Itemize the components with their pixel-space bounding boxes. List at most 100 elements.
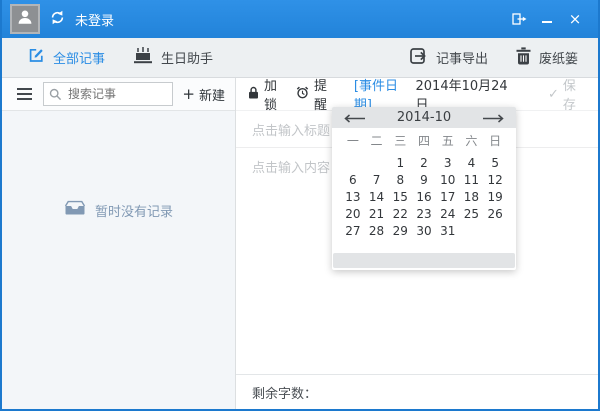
alarm-icon bbox=[296, 86, 309, 103]
export-notes-button[interactable]: 记事导出 bbox=[410, 47, 488, 69]
calendar-day[interactable]: 16 bbox=[412, 189, 436, 206]
calendar-day[interactable]: 3 bbox=[436, 155, 460, 172]
calendar-weekday-row: 一二三四五六日 bbox=[332, 128, 516, 150]
calendar-day[interactable]: 25 bbox=[460, 206, 484, 223]
calendar-day[interactable]: 15 bbox=[388, 189, 412, 206]
calendar-weekday: 日 bbox=[483, 133, 507, 150]
calendar-day[interactable]: 14 bbox=[365, 189, 389, 206]
birthday-helper-label: 生日助手 bbox=[161, 48, 213, 67]
content-placeholder: 点击输入内容 bbox=[252, 161, 330, 176]
export-notes-label: 记事导出 bbox=[436, 48, 488, 67]
avatar[interactable] bbox=[10, 4, 40, 34]
calendar-day[interactable]: 9 bbox=[412, 172, 436, 189]
window-controls: × bbox=[510, 11, 590, 27]
all-notes-label: 全部记事 bbox=[53, 48, 105, 67]
sync-button[interactable] bbox=[49, 10, 67, 28]
calendar-day[interactable]: 31 bbox=[436, 223, 460, 240]
calendar-day[interactable]: 23 bbox=[412, 206, 436, 223]
calendar-day[interactable]: 11 bbox=[460, 172, 484, 189]
date-picker-popup: 2014-10 一二三四五六日 123456789101112131415161… bbox=[332, 107, 516, 270]
sync-icon bbox=[49, 9, 66, 30]
toolbar-right-group: 记事导出 废纸篓 bbox=[410, 47, 578, 69]
cake-icon bbox=[133, 47, 153, 68]
calendar-day[interactable]: 2 bbox=[412, 155, 436, 172]
calendar-day[interactable]: 1 bbox=[388, 155, 412, 172]
long-arrow-right-icon bbox=[482, 108, 505, 127]
calendar-weekday: 四 bbox=[412, 133, 436, 150]
calendar-day-empty bbox=[341, 155, 365, 172]
calendar-footer-bar bbox=[333, 253, 515, 268]
inbox-icon bbox=[64, 200, 86, 220]
calendar-day-empty bbox=[365, 155, 389, 172]
calendar-day[interactable]: 8 bbox=[388, 172, 412, 189]
calendar-day[interactable]: 22 bbox=[388, 206, 412, 223]
calendar-day[interactable]: 4 bbox=[460, 155, 484, 172]
trash-label: 废纸篓 bbox=[539, 48, 578, 67]
new-note-button[interactable]: + 新建 bbox=[182, 85, 225, 104]
minimize-icon bbox=[542, 21, 552, 23]
calendar-weekday: 五 bbox=[436, 133, 460, 150]
save-label: 保存 bbox=[563, 75, 586, 113]
calendar-grid: 1234567891011121314151617181920212223242… bbox=[332, 150, 516, 240]
save-button[interactable]: ✓ 保存 bbox=[548, 75, 586, 113]
compose-icon bbox=[28, 47, 45, 68]
close-button[interactable]: × bbox=[566, 11, 584, 27]
long-arrow-left-icon bbox=[343, 108, 366, 127]
birthday-helper-button[interactable]: 生日助手 bbox=[133, 47, 213, 68]
prev-month-button[interactable] bbox=[343, 108, 366, 127]
calendar-day-empty bbox=[483, 223, 507, 240]
calendar-day[interactable]: 20 bbox=[341, 206, 365, 223]
calendar-day[interactable]: 24 bbox=[436, 206, 460, 223]
note-list: 暂时没有记录 bbox=[2, 111, 235, 409]
toolbar: 全部记事 生日助手 bbox=[2, 38, 598, 78]
calendar-day[interactable]: 27 bbox=[341, 223, 365, 240]
trash-button[interactable]: 废纸篓 bbox=[516, 47, 578, 69]
close-icon: × bbox=[569, 12, 582, 27]
export-icon bbox=[410, 47, 428, 69]
user-icon bbox=[16, 8, 34, 30]
remaining-chars-label: 剩余字数： bbox=[252, 383, 317, 402]
lock-icon bbox=[248, 86, 259, 103]
calendar-weekday: 三 bbox=[388, 133, 412, 150]
calendar-weekday: 二 bbox=[365, 133, 389, 150]
title-placeholder: 点击输入标题 bbox=[252, 120, 330, 139]
calendar-day[interactable]: 5 bbox=[483, 155, 507, 172]
calendar-day[interactable]: 6 bbox=[341, 172, 365, 189]
empty-state: 暂时没有记录 bbox=[2, 200, 235, 220]
calendar-day-empty bbox=[460, 223, 484, 240]
next-month-button[interactable] bbox=[482, 108, 505, 127]
plus-icon: + bbox=[182, 87, 195, 102]
all-notes-button[interactable]: 全部记事 bbox=[28, 47, 105, 68]
calendar-weekday: 六 bbox=[460, 133, 484, 150]
calendar-day[interactable]: 30 bbox=[412, 223, 436, 240]
mini-mode-icon bbox=[512, 10, 527, 29]
search-input[interactable] bbox=[43, 82, 173, 106]
title-bar: 未登录 × bbox=[2, 0, 598, 38]
calendar-day[interactable]: 29 bbox=[388, 223, 412, 240]
app-window: 未登录 × bbox=[0, 0, 600, 411]
calendar-day[interactable]: 26 bbox=[483, 206, 507, 223]
mini-mode-button[interactable] bbox=[510, 11, 528, 27]
login-status[interactable]: 未登录 bbox=[75, 10, 114, 29]
calendar-day[interactable]: 18 bbox=[460, 189, 484, 206]
toolbar-left-group: 全部记事 生日助手 bbox=[28, 47, 213, 68]
editor-footer: 剩余字数： bbox=[236, 374, 598, 409]
calendar-day[interactable]: 7 bbox=[365, 172, 389, 189]
minimize-button[interactable] bbox=[538, 11, 556, 27]
calendar-weekday: 一 bbox=[341, 133, 365, 150]
calendar-day[interactable]: 17 bbox=[436, 189, 460, 206]
calendar-day[interactable]: 28 bbox=[365, 223, 389, 240]
remind-button[interactable]: 提醒 bbox=[296, 75, 337, 113]
calendar-day[interactable]: 10 bbox=[436, 172, 460, 189]
search-box bbox=[43, 82, 173, 106]
new-note-label: 新建 bbox=[199, 85, 225, 104]
lock-button[interactable]: 加锁 bbox=[248, 75, 287, 113]
calendar-day[interactable]: 21 bbox=[365, 206, 389, 223]
calendar-day[interactable]: 12 bbox=[483, 172, 507, 189]
calendar-header: 2014-10 bbox=[332, 107, 516, 128]
menu-button[interactable] bbox=[15, 86, 34, 102]
calendar-month-label: 2014-10 bbox=[397, 110, 451, 125]
empty-state-label: 暂时没有记录 bbox=[95, 201, 173, 220]
calendar-day[interactable]: 19 bbox=[483, 189, 507, 206]
calendar-day[interactable]: 13 bbox=[341, 189, 365, 206]
